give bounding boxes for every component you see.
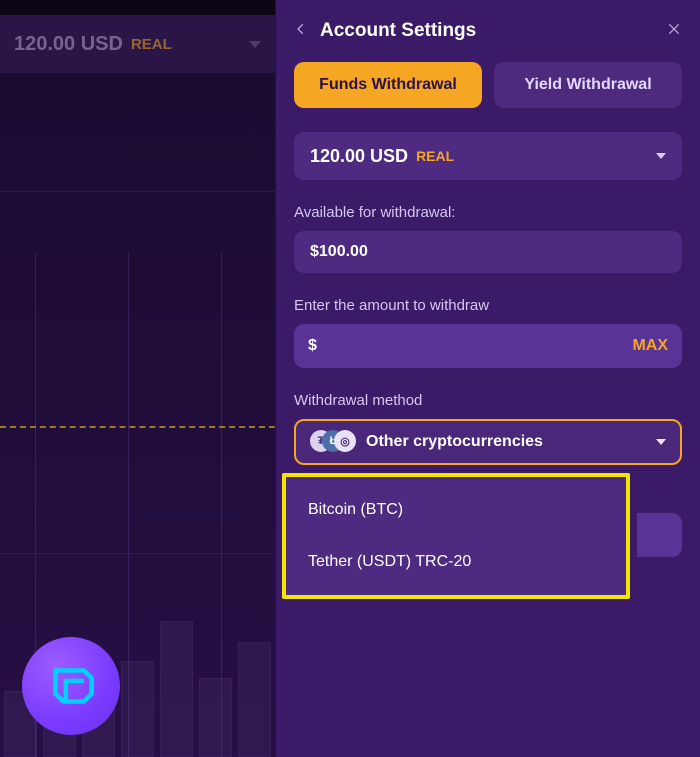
amount-field-wrap: $ MAX — [294, 324, 682, 368]
available-amount: $100.00 — [294, 231, 682, 273]
account-selector[interactable]: 120.00 USD REAL — [294, 132, 682, 180]
close-button[interactable] — [666, 21, 682, 42]
grid-line — [0, 553, 275, 554]
bg-balance-value: 120.00 USD — [14, 33, 123, 56]
chevron-down-icon — [249, 41, 261, 48]
max-button[interactable]: MAX — [632, 337, 668, 355]
available-label: Available for withdrawal: — [294, 204, 682, 221]
currency-prefix: $ — [308, 337, 317, 355]
method-selected-label: Other cryptocurrencies — [366, 433, 543, 451]
coin-icon: ◎ — [334, 430, 356, 452]
crypto-icons-cluster: ₮ Ł ◎ — [310, 430, 356, 454]
bg-top-strip — [0, 0, 275, 15]
logo-icon — [40, 655, 102, 717]
method-label: Withdrawal method — [294, 392, 682, 409]
close-icon — [666, 21, 682, 37]
account-balance: 120.00 USD — [310, 146, 408, 167]
price-line-dashed — [0, 426, 275, 428]
amount-input[interactable] — [325, 337, 633, 355]
method-dropdown: Bitcoin (BTC) Tether (USDT) TRC-20 — [282, 473, 630, 599]
chevron-left-icon — [294, 22, 308, 36]
bg-balance-selector[interactable]: 120.00 USD REAL — [0, 15, 275, 73]
panel-title: Account Settings — [320, 20, 476, 42]
bg-balance-tag: REAL — [131, 36, 172, 53]
amount-label: Enter the amount to withdraw — [294, 297, 682, 314]
account-settings-panel: Account Settings Funds Withdrawal Yield … — [275, 0, 700, 757]
withdrawal-method-selector[interactable]: ₮ Ł ◎ Other cryptocurrencies — [294, 419, 682, 465]
tab-yield-withdrawal[interactable]: Yield Withdrawal — [494, 62, 682, 108]
grid-line — [0, 191, 275, 192]
withdrawal-tabs: Funds Withdrawal Yield Withdrawal — [294, 62, 682, 108]
back-button[interactable] — [294, 22, 312, 41]
brand-logo — [22, 637, 120, 735]
tab-funds-withdrawal[interactable]: Funds Withdrawal — [294, 62, 482, 108]
chevron-down-icon — [656, 153, 666, 159]
proceed-strip[interactable] — [637, 513, 682, 557]
account-balance-tag: REAL — [416, 148, 454, 164]
method-option-btc[interactable]: Bitcoin (BTC) — [286, 487, 626, 533]
method-option-usdt[interactable]: Tether (USDT) TRC-20 — [286, 539, 626, 585]
chevron-down-icon — [656, 439, 666, 445]
